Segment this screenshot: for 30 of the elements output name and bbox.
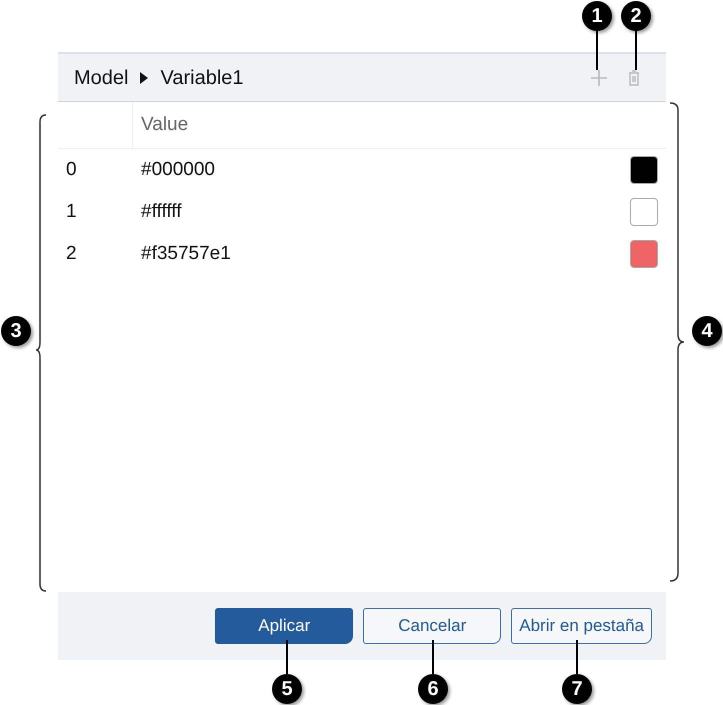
row-index: 1 [65, 200, 78, 224]
color-swatch[interactable] [630, 240, 658, 268]
row-index: 0 [65, 158, 78, 182]
color-swatch[interactable] [630, 156, 658, 184]
leader-line [635, 30, 637, 70]
leader-line [432, 640, 434, 674]
row-index: 2 [65, 242, 78, 266]
secondary-button[interactable]: Cancelar [363, 608, 502, 644]
callout-number: 7 [562, 674, 592, 704]
caret-icon [140, 72, 148, 84]
breadcrumb-item[interactable]: Variable1 [160, 62, 244, 92]
callout-number: 1 [582, 1, 612, 31]
breadcrumb-item[interactable]: Model [74, 62, 128, 92]
add-icon[interactable] [590, 68, 608, 86]
table-cell-text: #ffffff [140, 200, 183, 224]
leader-line [596, 30, 598, 70]
callout-number: 3 [1, 316, 31, 346]
color-swatch[interactable] [630, 198, 658, 226]
column-header: Value [140, 112, 188, 137]
leader-line [286, 640, 288, 674]
callout-number: 6 [418, 674, 448, 704]
callout-number: 4 [692, 316, 722, 346]
apply-button[interactable]: Aplicar [215, 608, 354, 644]
table-cell-text: #f35757e1 [140, 242, 232, 266]
leader-line [576, 640, 578, 674]
secondary-button[interactable]: Abrir en pestaña [511, 608, 652, 644]
table-cell-text: #000000 [140, 158, 216, 182]
callout-number: 5 [272, 674, 302, 704]
callout-number: 2 [621, 1, 651, 31]
trash-icon[interactable] [628, 70, 640, 86]
